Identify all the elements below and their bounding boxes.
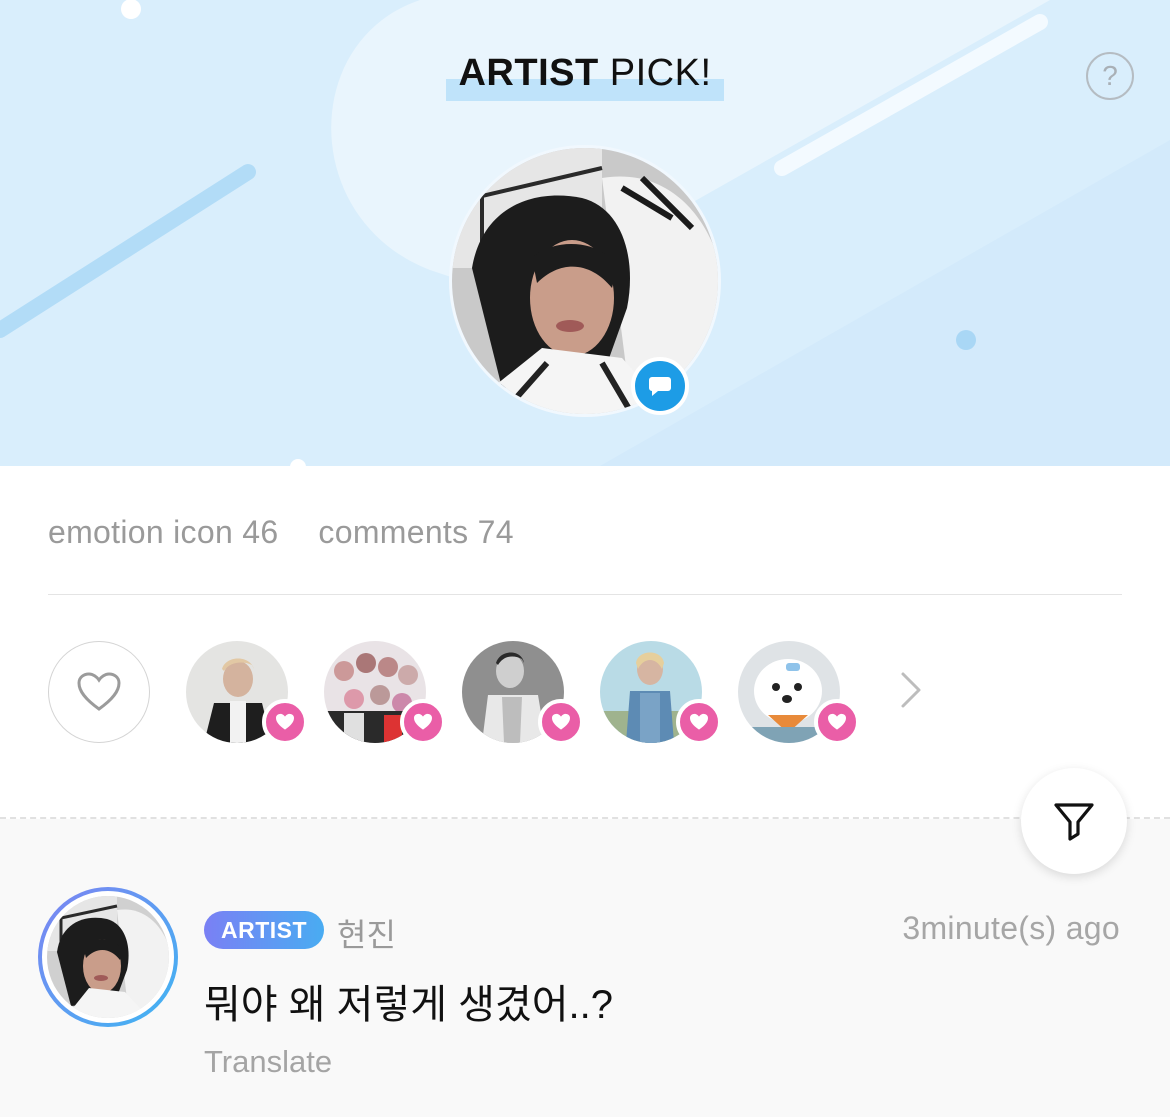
heart-badge [676, 699, 722, 745]
chat-bubble-icon [649, 377, 671, 396]
translate-link[interactable]: Translate [204, 1044, 332, 1080]
artist-badge: ARTIST [204, 911, 324, 949]
heart-icon [276, 713, 294, 730]
stats-row: emotion icon 46 comments 74 [48, 514, 514, 551]
help-button[interactable]: ? [1086, 52, 1134, 100]
header-banner: ARTIST PICK! ? [0, 0, 1170, 466]
comment-author[interactable]: 현진 [337, 910, 396, 956]
comments-count[interactable]: comments 74 [318, 514, 513, 551]
title-bold-text: ARTIST [458, 52, 599, 94]
heart-icon [828, 713, 846, 730]
question-icon: ? [1102, 60, 1118, 91]
dashed-separator [0, 817, 1170, 819]
more-reactors-button[interactable] [893, 670, 927, 710]
heart-icon [414, 713, 432, 730]
comment-avatar[interactable] [38, 887, 178, 1027]
reactor-avatar[interactable] [186, 641, 308, 745]
heart-badge [400, 699, 446, 745]
heart-badge [814, 699, 860, 745]
avatar [42, 891, 174, 1023]
comment-text: 뭐야 왜 저렇게 생겼어..? [204, 983, 614, 1027]
divider [48, 594, 1122, 595]
heart-badge [538, 699, 584, 745]
comment-timestamp: 3minute(s) ago [902, 910, 1120, 946]
heart-outline-icon [77, 672, 121, 711]
reactor-avatar[interactable] [462, 641, 584, 745]
heart-badge [262, 699, 308, 745]
heart-icon [552, 713, 570, 730]
heart-icon [690, 713, 708, 730]
reactor-avatar[interactable] [600, 641, 722, 745]
filter-button[interactable] [1021, 768, 1127, 874]
emotion-count[interactable]: emotion icon 46 [48, 514, 278, 551]
reactor-avatar[interactable] [324, 641, 446, 745]
filter-icon [1054, 803, 1094, 841]
like-button[interactable] [48, 641, 150, 743]
chat-badge [631, 357, 689, 415]
chevron-right-icon [901, 672, 921, 708]
page-title: ARTIST PICK! [0, 52, 1170, 101]
title-light-text: PICK! [609, 52, 712, 94]
reactor-avatar[interactable] [738, 641, 860, 745]
